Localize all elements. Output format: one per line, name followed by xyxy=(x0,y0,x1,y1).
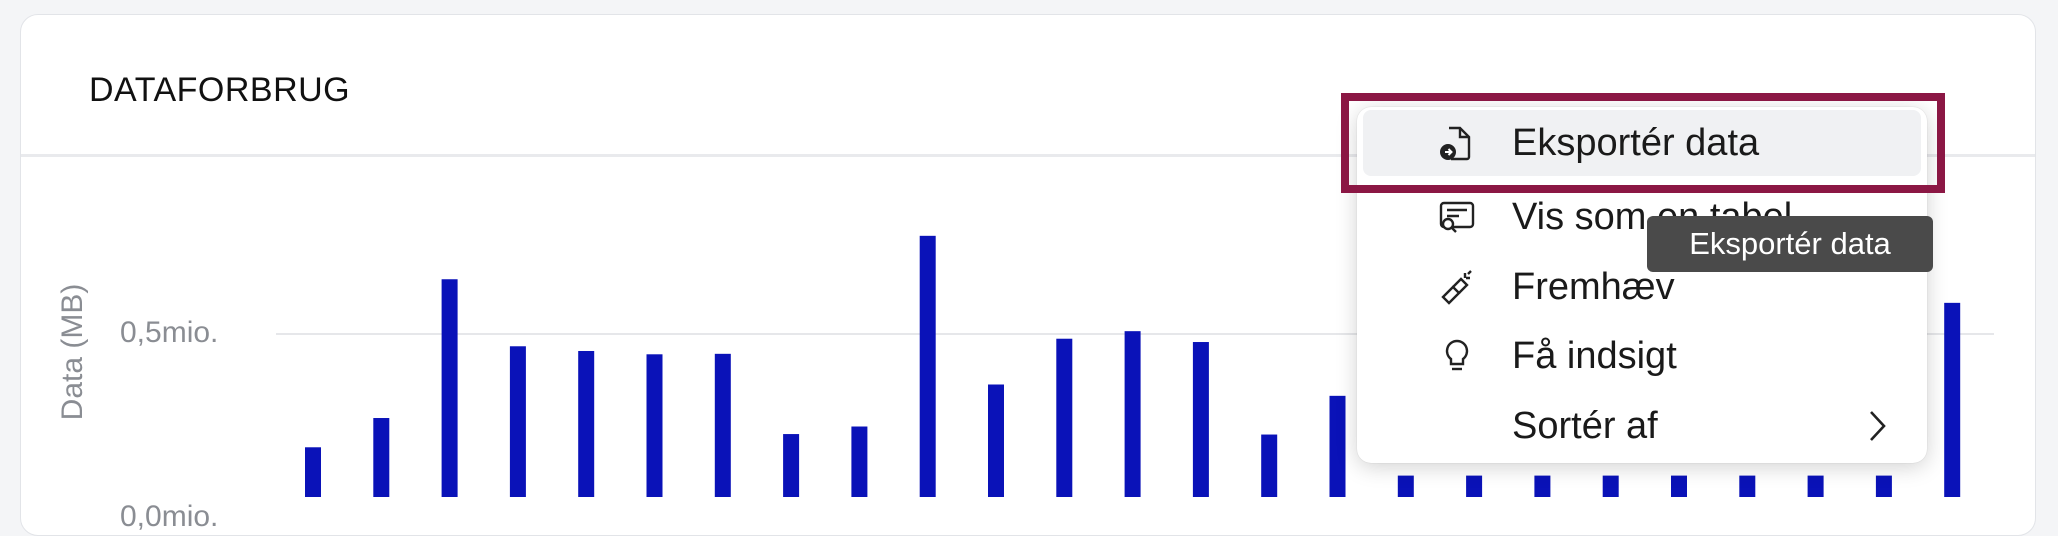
chart-bar[interactable] xyxy=(1056,338,1073,497)
chart-bar[interactable] xyxy=(1875,475,1892,497)
chart-bar[interactable] xyxy=(919,235,936,497)
spotlight-icon xyxy=(1437,267,1477,307)
chart-bar[interactable] xyxy=(1397,475,1414,497)
y-axis-label: Data (MB) xyxy=(56,283,89,421)
table-view-icon xyxy=(1437,197,1477,237)
menu-item-label: Få indsigt xyxy=(1512,334,1677,377)
chart-bar[interactable] xyxy=(1124,331,1141,497)
menu-item-sort-by[interactable]: Sortér af xyxy=(1357,393,1927,459)
tooltip: Eksportér data xyxy=(1647,216,1933,272)
chart-bar[interactable] xyxy=(1671,475,1687,497)
chart-bar[interactable] xyxy=(1602,475,1619,497)
y-tick-label: 0,5mio. xyxy=(120,316,219,349)
chart-bar[interactable] xyxy=(714,353,731,497)
menu-item-label: Fremhæv xyxy=(1512,265,1675,308)
menu-item-get-insights[interactable]: Få indsigt xyxy=(1357,323,1927,389)
chart-bar[interactable] xyxy=(1466,475,1483,497)
chart-bar[interactable] xyxy=(373,418,390,497)
chart-bar[interactable] xyxy=(1739,475,1756,497)
chevron-right-icon xyxy=(1863,406,1891,446)
menu-item-label: Sortér af xyxy=(1512,404,1658,447)
chart-bar[interactable] xyxy=(1329,395,1346,497)
chart-bar[interactable] xyxy=(1192,342,1209,497)
lightbulb-icon xyxy=(1437,336,1477,376)
chart-bar[interactable] xyxy=(578,350,595,497)
chart-bar[interactable] xyxy=(509,346,526,497)
chart-bar[interactable] xyxy=(1261,434,1278,497)
chart-bar[interactable] xyxy=(783,434,800,497)
focus-highlight xyxy=(1341,93,1945,193)
chart-bar[interactable] xyxy=(851,426,868,497)
chart-bar[interactable] xyxy=(1534,475,1551,497)
chart-bar[interactable] xyxy=(988,384,1004,497)
chart-bar[interactable] xyxy=(1944,302,1961,497)
chart-bar[interactable] xyxy=(441,279,458,497)
y-tick-label: 0,0mio. xyxy=(120,500,219,533)
chart-bar[interactable] xyxy=(646,354,663,497)
chart-bar[interactable] xyxy=(305,447,321,497)
chart-bar[interactable] xyxy=(1807,475,1824,497)
